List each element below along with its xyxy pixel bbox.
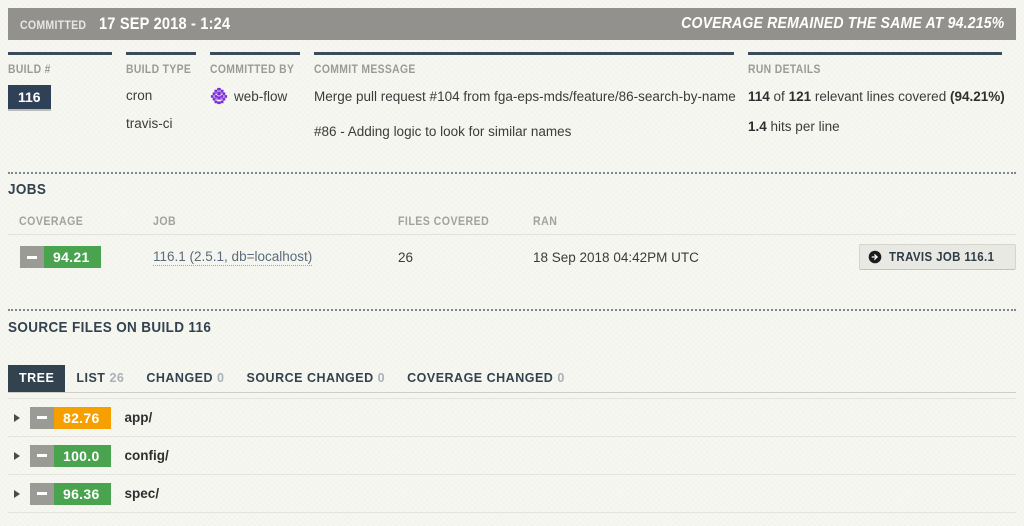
run-details-column: RUN DETAILS 114 of 121 relevant lines co… [748,52,1016,140]
list-item[interactable]: 82.76 app/ [8,398,1016,437]
build-number-column: BUILD # 116 [8,52,126,140]
run-details-heading: RUN DETAILS [748,64,821,76]
job-ran-timestamp: 18 Sep 2018 04:42PM UTC [533,249,699,265]
list-item[interactable]: 96.36 spec/ [8,475,1016,513]
no-change-dash-icon [30,482,54,505]
tab-tree-label: TREE [19,371,55,385]
column-rule [210,52,300,55]
relevant-lines-text: relevant lines covered [814,89,947,104]
coverage-status-text: COVERAGE REMAINED THE SAME AT 94.215% [680,15,1004,32]
travis-job-button[interactable]: TRAVIS JOB 116.1 [859,244,1016,270]
source-files-section-separator [8,309,1016,311]
build-number-badge: 116 [8,85,51,111]
tab-changed[interactable]: CHANGED 0 [135,365,235,392]
commit-message-column: COMMIT MESSAGE Merge pull request #104 f… [314,52,748,140]
jobs-table-header: COVERAGE JOB FILES COVERED RAN [8,210,1016,235]
build-type-heading: BUILD TYPE [126,64,192,76]
relevant-lines-count: 121 [788,89,812,104]
build-type-column: BUILD TYPE cron travis-ci [126,52,210,140]
tab-coverage-changed-label: COVERAGE CHANGED [407,371,554,385]
chevron-right-icon[interactable] [8,451,30,460]
tab-coverage-changed[interactable]: COVERAGE CHANGED 0 [396,365,576,392]
jobs-section-separator [8,172,1016,174]
job-actions-cell: TRAVIS JOB 116.1 [859,244,1016,270]
committed-by-column: COMMITTED BY web-flow [210,52,314,140]
no-change-dash-icon [20,246,44,269]
covered-lines-count: 114 [748,89,770,104]
hits-per-line-value: 1.4 [748,118,767,134]
tab-source-changed-label: SOURCE CHANGED [246,371,374,385]
tab-source-changed-count: 0 [377,371,386,385]
tab-tree[interactable]: TREE [8,365,66,392]
column-rule [126,52,196,55]
of-text: of [773,89,785,104]
status-badge: 96.36 [30,482,111,505]
jobs-column-files-covered: FILES COVERED [398,216,490,228]
committed-by-heading: COMMITTED BY [210,64,295,76]
status-badge: 100.0 [30,444,111,467]
tree-folder-name[interactable]: spec/ [125,486,160,501]
commit-header-left: COMMITTED 17 SEP 2018 - 1:24 [20,14,252,34]
list-item[interactable]: 100.0 config/ [8,437,1016,475]
hits-per-line-text: hits per line [770,118,840,134]
tab-changed-label: CHANGED [146,371,214,385]
tab-coverage-changed-count: 0 [557,371,565,385]
column-rule [314,52,734,55]
source-file-tree: 82.76 app/ 100.0 config/ 96.36 spec/ [8,398,1016,513]
committer[interactable]: web-flow [210,87,300,105]
jobs-table: COVERAGE JOB FILES COVERED RAN 94.21 116… [8,210,1016,279]
tab-list-count: 26 [109,371,125,385]
jobs-section-title: JOBS [8,181,47,198]
committed-date: 17 SEP 2018 - 1:24 [99,14,231,33]
table-row: 94.21 116.1 (2.5.1, db=localhost) 26 18 … [8,235,1016,279]
run-details-lines: 114 of 121 relevant lines covered (94.21… [748,88,1005,106]
chevron-right-icon[interactable] [8,413,30,422]
build-number-heading: BUILD # [8,64,51,76]
column-rule [748,52,1002,55]
jobs-column-job: JOB [153,216,177,228]
job-files-covered: 26 [398,249,414,265]
travis-job-button-label: TRAVIS JOB 116.1 [889,250,995,264]
tab-source-changed[interactable]: SOURCE CHANGED 0 [236,365,397,392]
tree-folder-name[interactable]: config/ [125,448,169,463]
status-badge: 94.21 [20,246,101,269]
tree-coverage-value: 100.0 [63,447,100,464]
tab-list[interactable]: LIST 26 [65,365,135,392]
tab-changed-count: 0 [217,371,225,385]
commit-message-line-1: Merge pull request #104 from fga-eps-mds… [314,89,736,104]
run-details-hits: 1.4 hits per line [748,118,1002,136]
jobs-column-ran: RAN [533,216,558,228]
job-coverage-cell: 94.21 [8,246,153,269]
commit-header-bar: COMMITTED 17 SEP 2018 - 1:24 COVERAGE RE… [8,8,1016,40]
build-meta-row: BUILD # 116 BUILD TYPE cron travis-ci CO… [8,52,1016,140]
source-files-title: SOURCE FILES ON BUILD 116 [8,319,212,336]
commit-message-line-2: #86 - Adding logic to look for similar n… [314,123,572,139]
status-badge: 82.76 [30,406,111,429]
tree-coverage-value: 82.76 [63,409,100,426]
build-type-value-1: cron [126,88,153,103]
commit-message-heading: COMMIT MESSAGE [314,64,416,76]
coverage-percent: (94.21%) [949,89,1005,104]
identicon-avatar-icon [210,87,228,105]
source-files-tabs: TREE LIST 26 CHANGED 0 SOURCE CHANGED 0 COV… [8,365,1016,393]
tree-folder-name[interactable]: app/ [125,410,153,425]
jobs-column-coverage: COVERAGE [19,216,84,228]
committer-name: web-flow [234,88,288,104]
tree-coverage-value: 96.36 [63,485,100,502]
job-coverage-value: 94.21 [53,249,90,266]
column-rule [8,52,112,55]
build-type-value-2: travis-ci [126,115,173,131]
chevron-right-icon[interactable] [8,489,30,498]
no-change-dash-icon [30,444,54,467]
committed-label: COMMITTED [20,18,87,32]
job-name-cell: 116.1 (2.5.1, db=localhost) [153,248,398,266]
job-link[interactable]: 116.1 (2.5.1, db=localhost) [153,249,313,266]
no-change-dash-icon [30,406,54,429]
tab-list-label: LIST [76,371,106,385]
arrow-circle-right-icon [869,250,882,264]
